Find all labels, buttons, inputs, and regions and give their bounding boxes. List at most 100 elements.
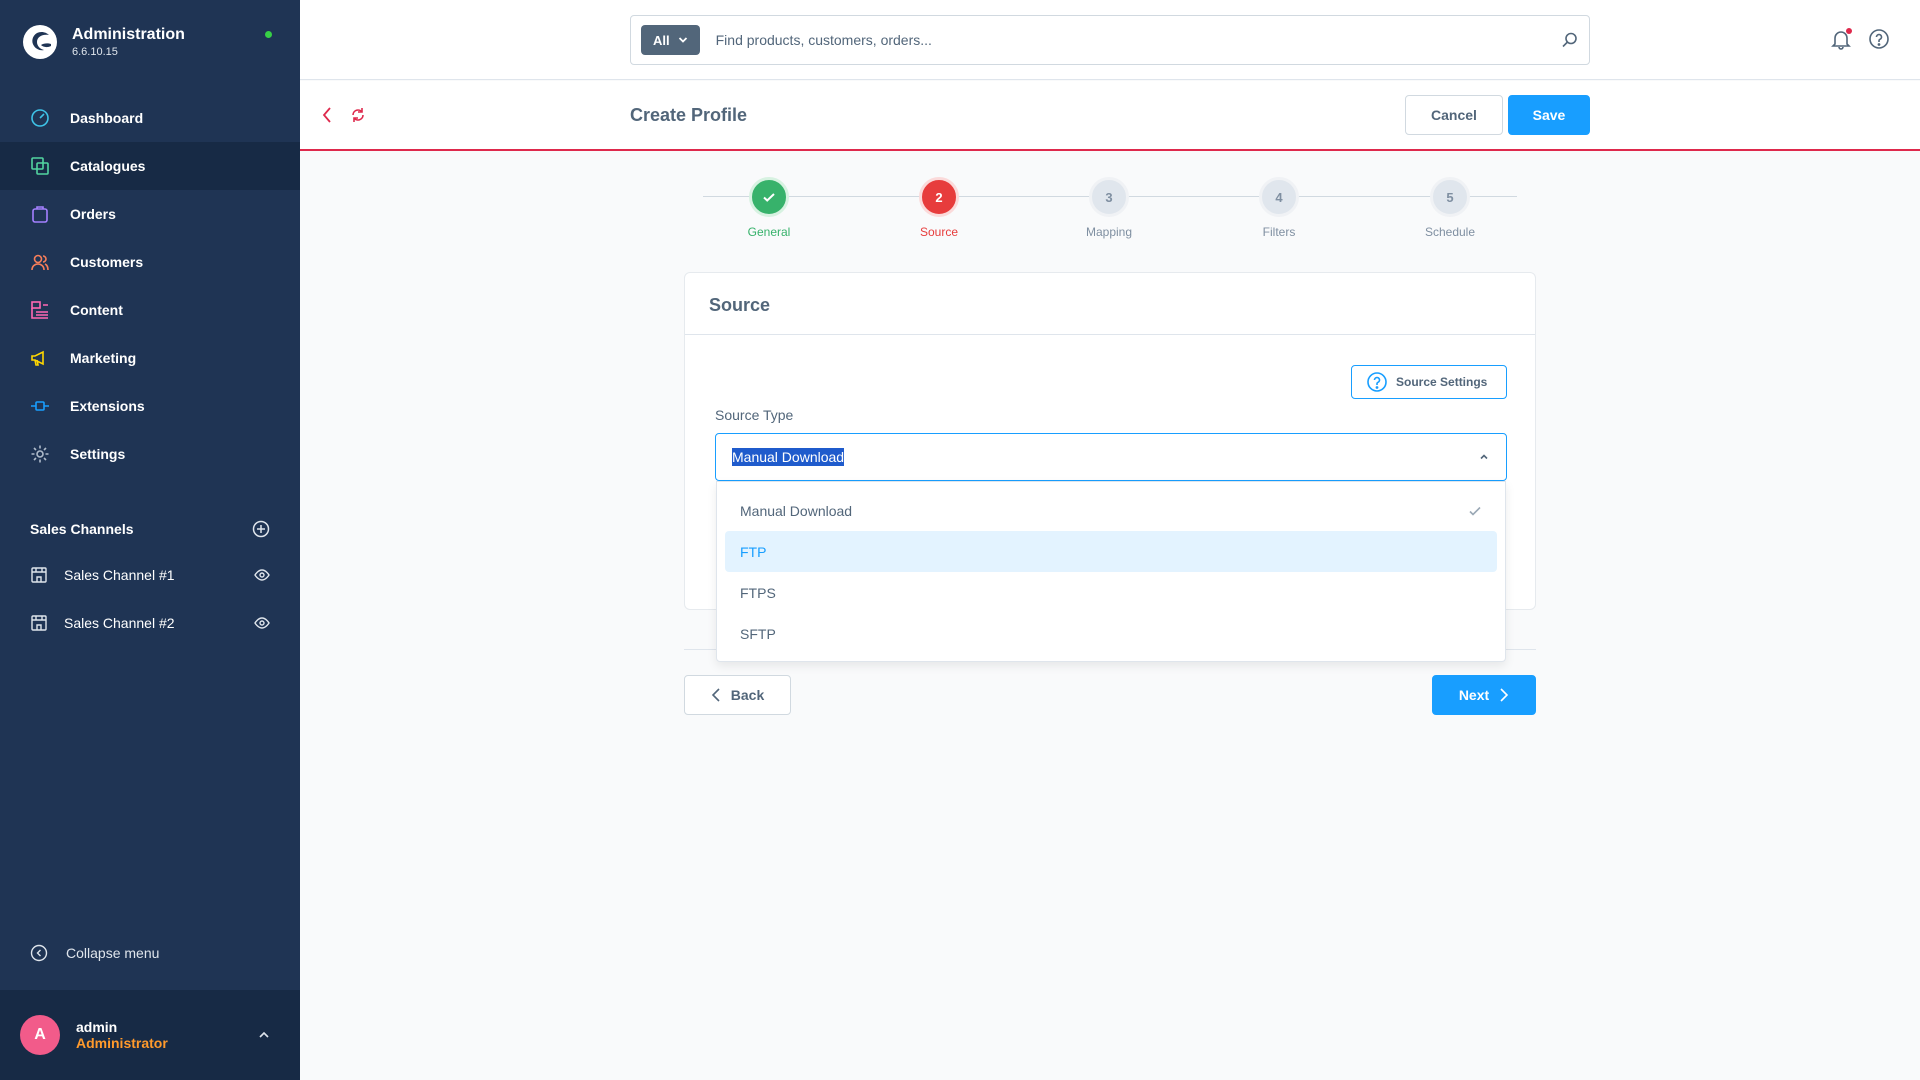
chevron-up-icon <box>1480 454 1488 460</box>
help-button[interactable] <box>1868 28 1890 50</box>
dashboard-icon <box>28 106 52 130</box>
source-type-select[interactable]: Manual Download <box>715 433 1507 481</box>
app-title: Administration <box>72 26 185 43</box>
storefront-icon <box>31 567 47 583</box>
check-icon <box>763 193 775 202</box>
step-circle: 4 <box>1259 177 1299 217</box>
step-schedule[interactable]: 5 Schedule <box>1390 175 1510 239</box>
search-type-dropdown[interactable]: All <box>641 25 700 55</box>
step-source[interactable]: 2 Source <box>879 175 999 239</box>
collapse-menu-label: Collapse menu <box>66 945 160 961</box>
nav-item-label: Customers <box>70 254 144 270</box>
chevron-up-icon[interactable] <box>258 1029 270 1041</box>
step-label: Source <box>919 225 959 239</box>
search-type-label: All <box>653 32 670 48</box>
collapse-menu-button[interactable]: Collapse menu <box>30 944 159 962</box>
search-icon[interactable] <box>1561 31 1579 49</box>
sales-channel-label: Sales Channel #2 <box>64 615 175 631</box>
add-circle-icon[interactable] <box>252 520 270 538</box>
step-label: General <box>747 225 791 239</box>
search-input[interactable] <box>715 32 1561 48</box>
user-role: Administrator <box>76 1035 168 1051</box>
source-settings-button[interactable]: Source Settings <box>1351 365 1507 399</box>
chevron-left-icon[interactable] <box>320 106 336 124</box>
cancel-button[interactable]: Cancel <box>1405 95 1503 135</box>
shopware-logo-icon <box>23 25 57 59</box>
sales-channels-title: Sales Channels <box>30 521 134 537</box>
step-label: Mapping <box>1085 225 1133 239</box>
user-name: admin <box>76 1019 118 1035</box>
help-circle-icon <box>1367 372 1387 392</box>
option-label: FTP <box>740 543 767 560</box>
sales-channel-item[interactable]: Sales Channel #1 <box>30 555 270 595</box>
source-type-label: Source Type <box>715 407 794 423</box>
nav-item-label: Orders <box>70 206 116 222</box>
option-label: FTPS <box>740 584 776 601</box>
notifications-button[interactable] <box>1830 28 1852 50</box>
global-search: All <box>630 15 1590 65</box>
help-circle-icon <box>1869 29 1889 49</box>
notification-badge <box>1846 28 1852 34</box>
save-button[interactable]: Save <box>1508 95 1590 135</box>
content-icon <box>28 298 52 322</box>
avatar: A <box>20 1015 60 1055</box>
nav-item-customers[interactable]: Customers <box>0 238 300 286</box>
step-circle <box>749 177 789 217</box>
dropdown-option[interactable]: Manual Download <box>725 490 1497 531</box>
dropdown-option[interactable]: SFTP <box>725 613 1497 654</box>
step-circle: 5 <box>1430 177 1470 217</box>
source-type-dropdown: Manual Download FTP FTPS SFTP <box>716 481 1506 662</box>
user-menu[interactable]: A admin Administrator <box>0 990 300 1080</box>
nav-item-label: Dashboard <box>70 110 144 126</box>
nav-item-orders[interactable]: Orders <box>0 190 300 238</box>
nav-item-dashboard[interactable]: Dashboard <box>0 94 300 142</box>
main-nav: Dashboard Catalogues Orders Customers Co… <box>0 94 300 478</box>
nav-item-extensions[interactable]: Extensions <box>0 382 300 430</box>
sales-channels-header: Sales Channels <box>30 520 270 538</box>
step-label: Schedule <box>1424 225 1476 239</box>
back-label: Back <box>730 687 765 703</box>
step-label: Filters <box>1262 225 1296 239</box>
nav-item-marketing[interactable]: Marketing <box>0 334 300 382</box>
nav-item-label: Extensions <box>70 398 145 414</box>
sales-channel-item[interactable]: Sales Channel #2 <box>30 603 270 643</box>
sales-channel-label: Sales Channel #1 <box>64 567 175 583</box>
step-filters[interactable]: 4 Filters <box>1219 175 1339 239</box>
nav-item-content[interactable]: Content <box>0 286 300 334</box>
plug-icon <box>28 394 52 418</box>
dropdown-option[interactable]: FTP <box>725 531 1497 572</box>
nav-item-label: Marketing <box>70 350 137 366</box>
nav-item-label: Catalogues <box>70 158 146 174</box>
refresh-icon[interactable] <box>350 106 366 124</box>
option-label: SFTP <box>740 625 776 642</box>
eye-icon[interactable] <box>254 567 270 583</box>
wizard-stepper: General 2 Source 3 Mapping 4 Filters 5 S… <box>703 175 1517 245</box>
top-icons <box>1830 28 1890 50</box>
brand[interactable]: Administration 6.6.10.15 <box>22 24 185 60</box>
source-type-value: Manual Download <box>732 448 845 466</box>
gear-icon <box>28 442 52 466</box>
nav-item-label: Settings <box>70 446 126 462</box>
next-label: Next <box>1458 687 1490 703</box>
step-circle: 3 <box>1089 177 1129 217</box>
chevron-down-icon <box>678 37 687 43</box>
status-indicator <box>265 31 272 38</box>
next-button[interactable]: Next <box>1432 675 1536 715</box>
back-button[interactable]: Back <box>684 675 791 715</box>
nav-item-settings[interactable]: Settings <box>0 430 300 478</box>
option-label: Manual Download <box>740 502 853 519</box>
app-version: 6.6.10.15 <box>72 46 118 58</box>
card-title: Source <box>685 273 1535 335</box>
step-general[interactable]: General <box>709 175 829 239</box>
shopping-bag-icon <box>28 202 52 226</box>
step-mapping[interactable]: 3 Mapping <box>1049 175 1169 239</box>
sidebar: Administration 6.6.10.15 Dashboard Catal… <box>0 0 300 1080</box>
dropdown-option[interactable]: FTPS <box>725 572 1497 613</box>
nav-item-catalogues[interactable]: Catalogues <box>0 142 300 190</box>
check-icon <box>1469 506 1481 516</box>
megaphone-icon <box>28 346 52 370</box>
page-title: Create Profile <box>630 105 748 125</box>
chevron-left-icon <box>711 688 720 702</box>
eye-icon[interactable] <box>254 615 270 631</box>
chevron-right-icon <box>1500 688 1509 702</box>
